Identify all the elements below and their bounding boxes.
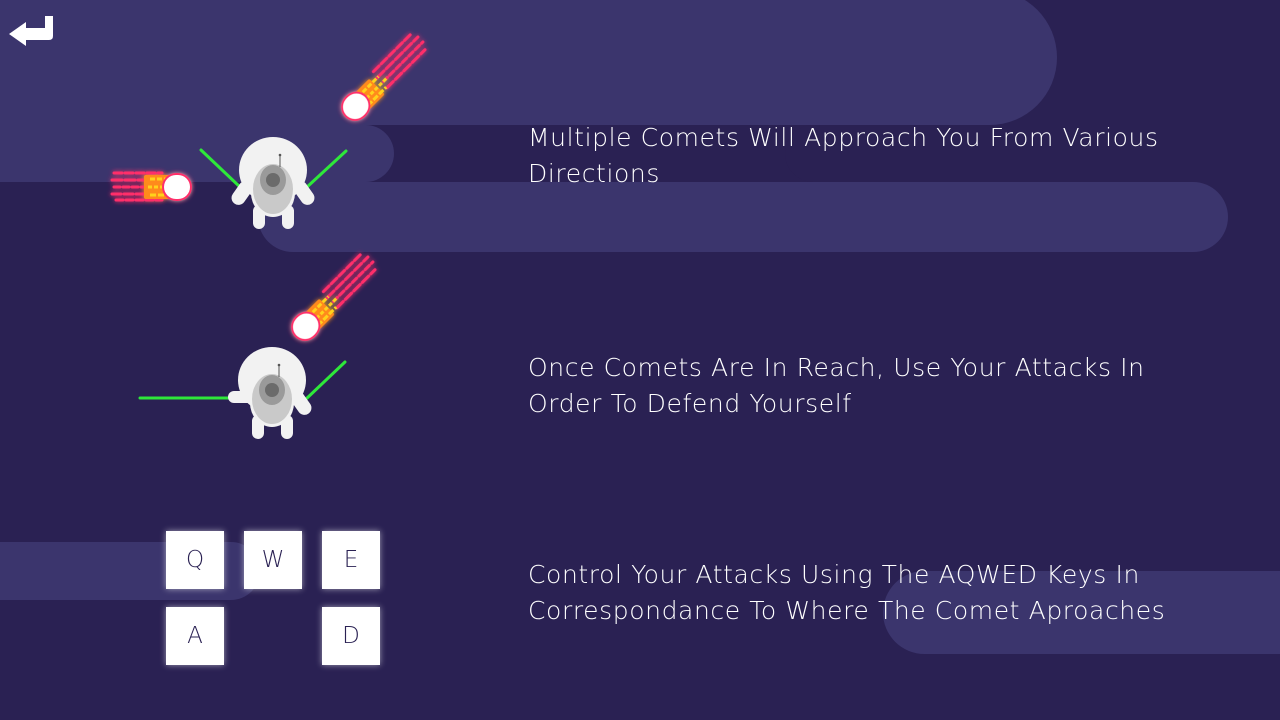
instruction-1-line-1: Multiple Comets Will Approach You From V… <box>528 123 1159 152</box>
astronaut <box>231 137 315 229</box>
lightsaber-right <box>303 360 347 402</box>
key-e[interactable]: E <box>322 531 380 589</box>
lightsaber-right <box>305 149 348 189</box>
instruction-3-line-2: Correspondance To Where The Comet Aproac… <box>528 596 1166 625</box>
lightsaber-left <box>199 148 242 189</box>
key-w[interactable]: W <box>244 531 302 589</box>
comet-top-right <box>341 33 427 121</box>
tutorial-screen: Multiple Comets Will Approach You From V… <box>0 0 1280 720</box>
key-q[interactable]: Q <box>166 531 224 589</box>
instruction-2-line-2: Order To Defend Yourself <box>528 389 852 418</box>
illustration-comets-approach <box>110 33 427 229</box>
comet-left <box>110 171 192 202</box>
instruction-control-keys: Control Your Attacks Using The AQWED Key… <box>528 557 1228 629</box>
illustration-attack-comets <box>138 253 377 439</box>
return-arrow-icon <box>9 16 53 46</box>
instruction-use-attacks: Once Comets Are In Reach, Use Your Attac… <box>528 350 1228 422</box>
comet-top-right <box>291 253 377 341</box>
key-a[interactable]: A <box>166 607 224 665</box>
instruction-2-line-1: Once Comets Are In Reach, Use Your Attac… <box>528 353 1145 382</box>
instruction-comets-approach: Multiple Comets Will Approach You From V… <box>528 120 1228 192</box>
key-d[interactable]: D <box>322 607 380 665</box>
astronaut-attacking <box>228 347 312 439</box>
back-button[interactable] <box>6 10 58 50</box>
instruction-3-line-1: Control Your Attacks Using The AQWED Key… <box>528 560 1140 589</box>
instruction-1-line-2: Directions <box>528 159 660 188</box>
